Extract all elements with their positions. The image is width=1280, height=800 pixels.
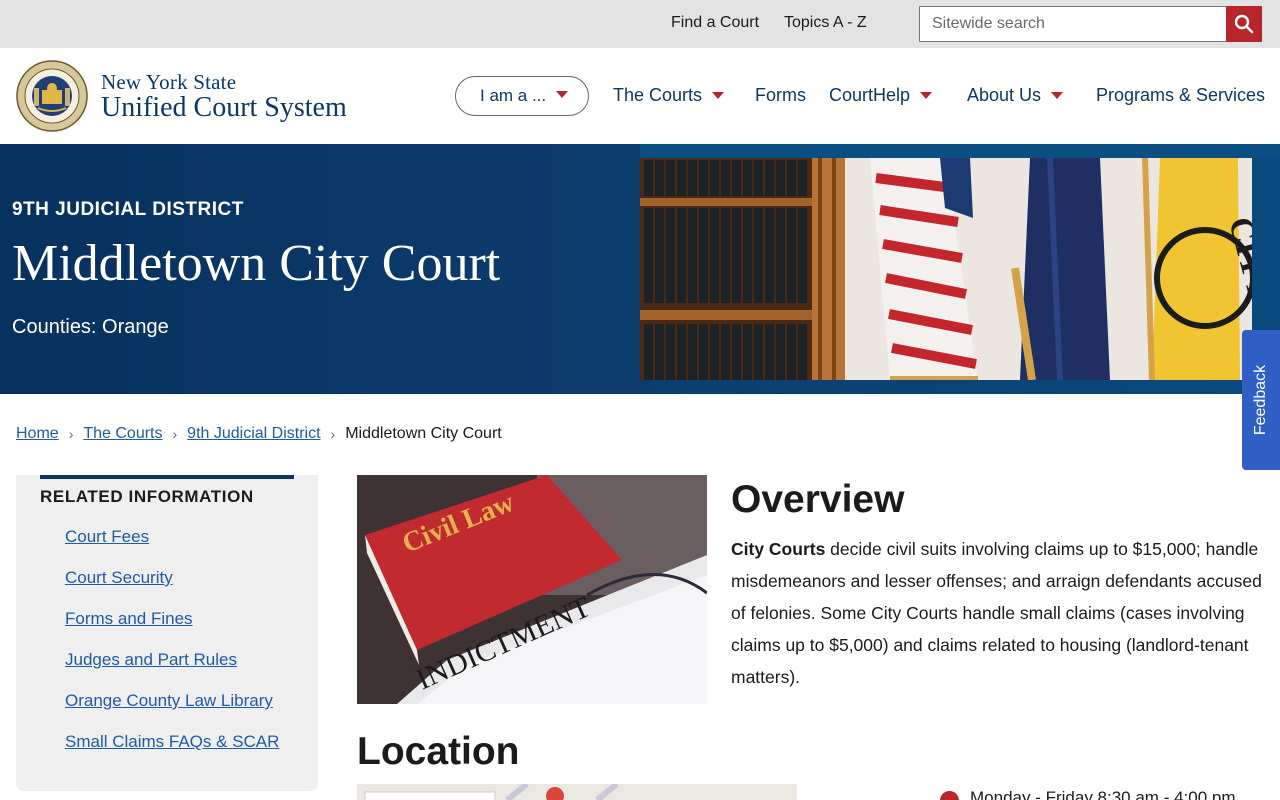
breadcrumb-the-courts[interactable]: The Courts [83,425,162,443]
breadcrumb-9th-judicial-district[interactable]: 9th Judicial District [187,425,320,443]
overview-bold-lead: City Courts [731,539,826,559]
find-a-court-link[interactable]: Find a Court [671,14,759,32]
location-map[interactable] [357,784,797,800]
overview-body: decide civil suits involving claims up t… [731,539,1262,687]
nav-programs-services[interactable]: Programs & Services [1096,85,1265,106]
search-icon [1234,14,1254,34]
sidebar-link-court-fees[interactable]: Court Fees [65,527,149,547]
hero-banner: 9TH JUDICIAL DISTRICT Middletown City Co… [0,144,1280,394]
i-am-a-dropdown[interactable]: I am a ... [455,76,589,116]
nav-about-us[interactable]: About Us [967,85,1064,106]
site-header: New York State Unified Court System I am… [0,48,1280,144]
nav-label: CourtHelp [829,85,911,105]
nav-label: The Courts [613,85,703,105]
chevron-down-icon [1051,92,1064,99]
chevron-right-icon: › [172,426,178,442]
chevron-right-icon: › [330,426,336,442]
topics-a-z-link[interactable]: Topics A - Z [784,14,867,32]
sidebar-link-judges-and-part-rules[interactable]: Judges and Part Rules [65,650,237,670]
feedback-tab[interactable]: Feedback [1242,330,1280,470]
courtroom-flags-photo: CITY OF [640,158,1252,380]
hero-strip [640,144,1280,158]
sidebar-title: RELATED INFORMATION [40,487,254,506]
clock-icon [940,791,959,800]
location-heading: Location [357,730,520,773]
chevron-down-icon [920,92,933,99]
search-input[interactable] [920,7,1228,41]
sidebar-link-orange-county-law-library[interactable]: Orange County Law Library [65,691,273,711]
nav-label: About Us [967,85,1042,105]
civil-law-indictment-photo: Civil Law INDICTMENT [357,475,707,704]
overview-text: City Courts decide civil suits involving… [731,533,1266,693]
search-button[interactable] [1226,6,1262,42]
state-seal-logo[interactable] [16,60,88,132]
i-am-a-label: I am a ... [480,86,547,105]
breadcrumb-home[interactable]: Home [16,425,59,443]
sidebar-link-court-security[interactable]: Court Security [65,568,173,588]
sidebar-link-forms-and-fines[interactable]: Forms and Fines [65,609,193,629]
overview-heading: Overview [731,478,905,521]
chevron-down-icon [556,90,569,98]
sidebar-link-small-claims-faqs[interactable]: Small Claims FAQs & SCAR [65,732,279,752]
hours-text: Monday - Friday 8:30 am - 4:00 pm [970,788,1236,800]
feedback-label: Feedback [1252,364,1270,436]
brand-line-2[interactable]: Unified Court System [101,92,347,124]
nav-courthelp[interactable]: CourtHelp [829,85,933,106]
counties-label: Counties: Orange [12,316,169,338]
page-title: Middletown City Court [12,235,501,292]
chevron-down-icon [712,92,725,99]
sidebar-accent-bar [40,475,294,479]
utility-bar: Find a Court Topics A - Z [0,0,1280,48]
nav-label: Programs & Services [1096,85,1266,105]
nav-the-courts[interactable]: The Courts [613,85,725,106]
breadcrumb: Home › The Courts › 9th Judicial Distric… [16,425,502,443]
breadcrumb-current: Middletown City Court [345,425,502,442]
district-label: 9TH JUDICIAL DISTRICT [12,199,244,220]
nav-label: Forms [755,85,806,105]
sitewide-search [919,6,1262,42]
chevron-right-icon: › [68,426,74,442]
nav-forms[interactable]: Forms [755,85,806,106]
related-information-sidebar: RELATED INFORMATION Court Fees Court Sec… [16,475,318,791]
